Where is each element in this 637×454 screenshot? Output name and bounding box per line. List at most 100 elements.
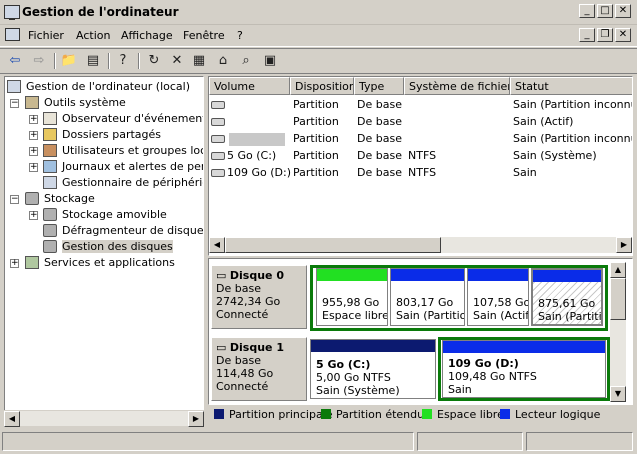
collapse-storage[interactable]: − [10,195,19,204]
table-row[interactable]: Partition De base Sain (Actif) [209,113,632,130]
back-arrow-icon[interactable]: ⇦ [6,52,24,70]
storage-icon [25,192,39,205]
computer-icon [7,80,21,93]
maximize-button[interactable]: □ [597,4,613,18]
partition-color-bar [391,269,464,281]
column-header-type[interactable]: Type [354,77,404,95]
legend-item: Partition principale [214,408,333,421]
menu-fenetre[interactable]: Fenêtre [183,29,225,42]
status-pane-3 [526,432,633,451]
table-row[interactable]: Partition De base Sain (Partition inconn… [209,130,632,147]
toolbar-separator [138,53,140,69]
scroll-right-icon[interactable]: ▶ [188,411,204,427]
legend-swatch [422,409,432,419]
expand-removable-storage[interactable]: + [29,211,38,220]
status-pane-2 [417,432,523,451]
disk-icon: ▭ [216,269,227,282]
table-row[interactable]: Partition De base Sain (Partition inconn… [209,96,632,113]
status-bar [0,430,637,454]
menu-affichage[interactable]: Affichage [121,29,173,42]
partition-color-bar [443,341,605,353]
shared-folder-icon [43,128,57,141]
help-icon[interactable]: ? [114,52,132,70]
menu-help[interactable]: ? [237,29,243,42]
tools-icon [25,96,39,109]
event-viewer-icon [43,112,57,125]
partition-free-space[interactable]: 955,98 Go Espace libre [316,268,388,326]
show-hide-tree-icon[interactable]: ▤ [84,52,102,70]
search-icon[interactable]: ⌕ [237,52,255,70]
scroll-down-icon[interactable]: ▼ [610,386,626,402]
disk-graphical-view: ▭ Disque 0 De base 2742,34 Go Connecté 9… [208,258,633,405]
collapse-system-tools[interactable]: − [10,99,19,108]
volume-list-horizontal-scrollbar[interactable]: ◀ ▶ [209,237,632,253]
menu-action[interactable]: Action [76,29,110,42]
disk-volume-icon [211,152,225,160]
scroll-right-icon[interactable]: ▶ [616,237,632,253]
toolbar-separator [54,53,56,69]
table-row[interactable]: 5 Go (C:) Partition De base NTFS Sain (S… [209,147,632,164]
users-icon [43,144,57,157]
disk-1-label[interactable]: ▭ Disque 1 De base 114,48 Go Connecté [211,337,307,401]
up-folder-icon[interactable]: 📁 [60,52,78,70]
partition-logical-2[interactable]: 107,58 Go Sain (Actif [467,268,529,326]
column-header-volume[interactable]: Volume [209,77,290,95]
refresh-icon[interactable]: ↻ [145,52,163,70]
disk-volume-icon [211,101,225,109]
expand-local-users[interactable]: + [29,147,38,156]
disk-properties-icon[interactable]: ▣ [261,52,279,70]
legend-item: Espace libre [422,408,504,421]
scroll-left-icon[interactable]: ◀ [209,237,225,253]
partition-d[interactable]: 109 Go (D:) 109,48 Go NTFS Sain [442,340,606,398]
legend-item: Lecteur logique [500,408,600,421]
menu-fichier[interactable]: Fichier [28,29,64,42]
disk-volume-icon [211,118,225,126]
expand-event-viewer[interactable]: + [29,115,38,124]
scrollbar-thumb[interactable] [610,278,626,320]
scrollbar-thumb[interactable] [225,237,441,253]
partition-color-bar [533,270,601,282]
partition-logical-3[interactable]: 875,61 Go Sain (Partitio [531,268,603,326]
disk-view-vertical-scrollbar[interactable]: ▲ ▼ [610,262,626,402]
partition-logical-1[interactable]: 803,17 Go Sain (Partitio [390,268,465,326]
forward-arrow-icon[interactable]: ⇨ [30,52,48,70]
console-tree: Gestion de l'ordinateur (local) − Outils… [4,76,204,426]
services-icon [25,256,39,269]
table-row[interactable]: 109 Go (D:) Partition De base NTFS Sain [209,164,632,181]
disk-0-label[interactable]: ▭ Disque 0 De base 2742,34 Go Connecté [211,265,307,329]
expand-shared-folders[interactable]: + [29,131,38,140]
disk-management-icon [43,240,57,253]
partition-color-bar [317,269,387,281]
window-title: Gestion de l'ordinateur [22,5,179,19]
scroll-left-icon[interactable]: ◀ [4,411,20,427]
column-header-filesystem[interactable]: Système de fichiers [404,77,510,95]
title-bar: Gestion de l'ordinateur _ □ ✕ [0,0,637,25]
removable-storage-icon [43,208,57,221]
expand-performance-logs[interactable]: + [29,163,38,172]
partition-color-bar [311,340,435,352]
scroll-up-icon[interactable]: ▲ [610,262,626,278]
legend-item: Partition étendue [321,408,431,421]
document-menu-icon[interactable] [5,28,20,41]
device-manager-icon [43,176,57,189]
volume-list: Volume Disposition Type Système de fichi… [208,76,633,256]
minimize-button[interactable]: _ [579,4,595,18]
toolbar: ⇦ ⇨ 📁 ▤ ? ↻ ✕ ▦ ⌂ ⌕ ▣ [0,48,637,74]
child-close-button[interactable]: ✕ [615,28,631,42]
disk-icon: ▭ [216,341,227,354]
child-minimize-button[interactable]: _ [579,28,595,42]
tree-horizontal-scrollbar[interactable]: ◀ ▶ [4,410,204,427]
partition-c[interactable]: 5 Go (C:) 5,00 Go NTFS Sain (Système) [310,339,436,399]
toolbar-separator [108,53,110,69]
delete-icon[interactable]: ✕ [168,52,186,70]
child-restore-button[interactable]: ❐ [597,28,613,42]
properties-icon[interactable]: ▦ [190,52,208,70]
partition-color-bar [468,269,528,281]
open-icon[interactable]: ⌂ [214,52,232,70]
legend: Partition principale Partition étendue E… [208,406,633,426]
column-header-layout[interactable]: Disposition [290,77,354,95]
column-header-status[interactable]: Statut [510,77,632,95]
close-button[interactable]: ✕ [615,4,631,18]
expand-services-applications[interactable]: + [10,259,19,268]
legend-swatch [214,409,224,419]
